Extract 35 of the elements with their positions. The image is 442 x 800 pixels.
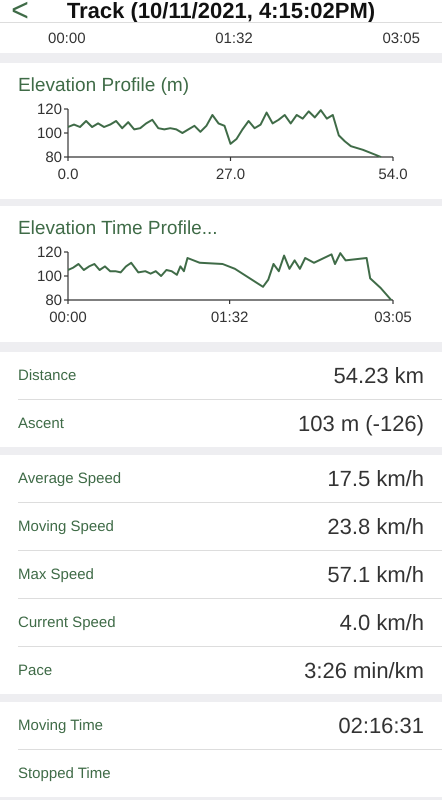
stat-value: 54.23 km: [334, 362, 424, 388]
stat-value: 4.0 km/h: [340, 610, 424, 636]
stat-value: 3:26 min/km: [304, 658, 424, 684]
stat-value: 103 m (-126): [298, 410, 424, 436]
axis-label: 100: [36, 268, 62, 285]
axis-label: 54.0: [378, 166, 408, 183]
stat-label: Stopped Time: [18, 765, 111, 782]
stat-label: Average Speed: [18, 470, 122, 487]
stat-value: 17.5 km/h: [327, 466, 424, 492]
axis-label: 03:05: [374, 309, 412, 326]
axis-label: 120: [36, 244, 62, 261]
stat-label: Moving Time: [18, 717, 104, 734]
axis-label: 80: [45, 149, 62, 166]
back-button[interactable]: <: [0, 0, 40, 22]
axis-label: 01:32: [210, 309, 248, 326]
stat-value: 57.1 km/h: [327, 562, 424, 588]
axis-label: 00:00: [49, 309, 87, 326]
stat-value: 23.8 km/h: [327, 514, 424, 540]
axis-label: 27.0: [216, 166, 246, 183]
axis-label: 120: [36, 101, 62, 118]
axis-label: 01:32: [215, 30, 253, 46]
stat-value: 02:16:31: [338, 712, 424, 738]
stat-label: Current Speed: [18, 614, 116, 631]
axis-label: 00:00: [48, 30, 86, 46]
stat-label: Moving Speed: [18, 518, 114, 535]
stat-label: Pace: [18, 662, 52, 679]
stat-label: Max Speed: [18, 566, 94, 583]
axis-label: 03:05: [382, 30, 420, 46]
stat-label: Distance: [18, 367, 76, 384]
chart-title: Elevation Time Profile...: [18, 218, 218, 240]
axis-label: 80: [45, 292, 62, 309]
axis-label: 100: [36, 125, 62, 142]
axis-label: 0.0: [58, 166, 78, 183]
stat-label: Ascent: [18, 415, 64, 432]
chart-title: Elevation Profile (m): [18, 75, 190, 97]
